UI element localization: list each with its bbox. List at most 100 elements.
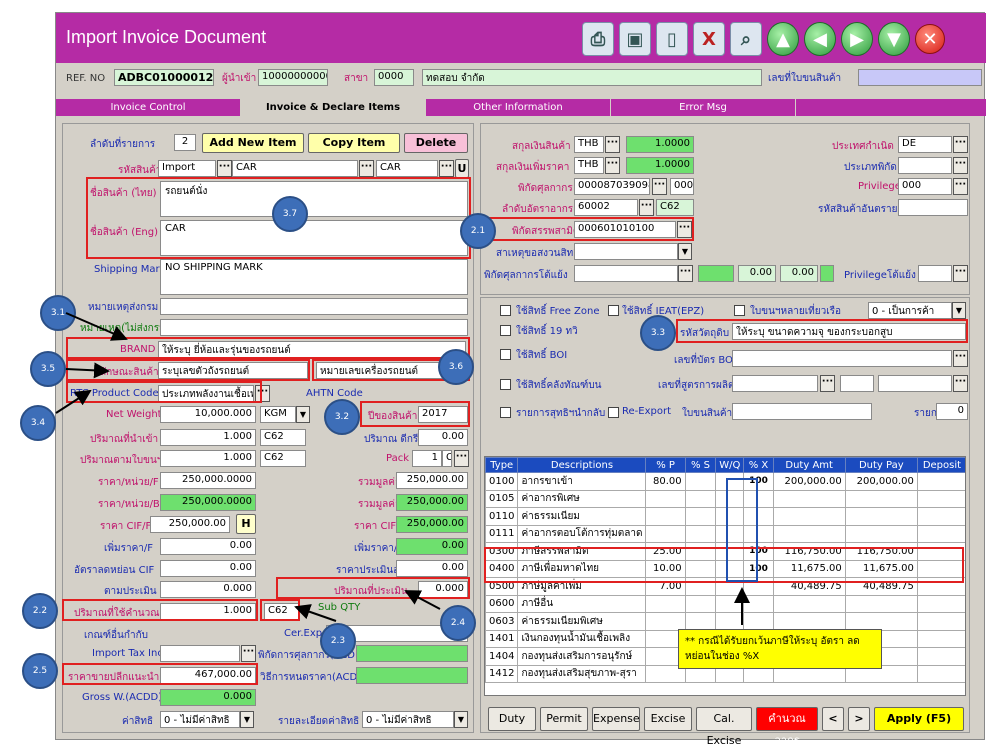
cell-deposit[interactable]	[916, 577, 965, 596]
byassess-field[interactable]: 0.000	[160, 581, 256, 598]
cell-pct-x[interactable]	[743, 594, 774, 613]
cell-deposit[interactable]	[916, 612, 965, 631]
cell-desc[interactable]: ภาษีสรรพสามิต	[517, 542, 647, 561]
formula2-field[interactable]	[840, 375, 874, 392]
name-en-field[interactable]: CAR	[160, 220, 468, 256]
cell-duty-amt[interactable]: 116,750.00	[772, 542, 846, 561]
cell-deposit[interactable]	[916, 594, 965, 613]
cell-desc[interactable]: กองทุนส่งเสริมการอนุรักษ์	[517, 647, 647, 666]
code-type-field[interactable]: Import	[158, 160, 216, 177]
boi-checkbox[interactable]	[500, 349, 511, 360]
cur2-lookup-button[interactable]: ···	[605, 157, 620, 174]
cell-duty-amt[interactable]	[772, 524, 846, 543]
cur-field[interactable]: THB	[574, 136, 604, 153]
calculate-duty-button[interactable]: คำนวณอากร	[756, 707, 818, 747]
cell-type[interactable]: 0500	[485, 577, 519, 596]
cell-pct-p[interactable]: 80.00	[645, 472, 686, 491]
cell-deposit[interactable]	[916, 629, 965, 648]
cell-pct-s[interactable]	[684, 559, 717, 578]
arg2-field[interactable]: 0.00	[780, 265, 818, 282]
cif-f-field[interactable]: 250,000.00	[150, 516, 230, 533]
tab-error-msg[interactable]: Error Msg	[611, 99, 796, 116]
formula-field[interactable]	[732, 375, 818, 392]
cell-pct-p[interactable]	[645, 489, 686, 508]
cell-pct-p[interactable]	[645, 524, 686, 543]
retail-field[interactable]: 467,000.00	[160, 667, 256, 684]
qty-unit-field[interactable]: C62	[260, 429, 306, 446]
formula3-field[interactable]	[878, 375, 952, 392]
bl-field[interactable]	[858, 69, 982, 86]
grid-header-duty-pay[interactable]: Duty Pay	[844, 457, 918, 473]
cell-deposit[interactable]	[916, 664, 965, 683]
arg-lookup-button[interactable]: ···	[678, 265, 693, 282]
ieat-checkbox[interactable]	[608, 305, 619, 316]
formula-lookup-button[interactable]: ···	[820, 375, 835, 392]
seqrate-lookup-button[interactable]: ···	[639, 199, 654, 216]
reimport-checkbox[interactable]	[500, 407, 511, 418]
prev-icon[interactable]: ◀	[804, 22, 836, 56]
privarg-lookup-button[interactable]: ···	[953, 265, 968, 282]
netw-unit-dropdown[interactable]: ▼	[296, 406, 310, 423]
cell-duty-pay[interactable]	[844, 489, 918, 508]
cell-pct-s[interactable]	[684, 524, 717, 543]
next-icon[interactable]: ▶	[841, 22, 873, 56]
grid-header-w-q[interactable]: W/Q	[715, 457, 745, 473]
privilege-field[interactable]: 000	[898, 178, 952, 195]
origin-lookup-button[interactable]: ···	[953, 136, 968, 153]
bl2-field[interactable]	[732, 403, 872, 420]
reexport-checkbox[interactable]	[608, 407, 619, 418]
code-type-lookup-button[interactable]: ···	[217, 160, 232, 177]
brand-field[interactable]: ให้ระบุ ยี่ห้อและรุ่นของรถยนต์	[158, 341, 466, 358]
privarg-field[interactable]	[918, 265, 952, 282]
netw-unit-field[interactable]: KGM	[260, 406, 296, 423]
assessqty-field[interactable]: 0.000	[418, 581, 468, 598]
cell-duty-amt[interactable]	[772, 507, 846, 526]
reason-field[interactable]	[574, 243, 678, 260]
calcqty-unit-field[interactable]: C62	[264, 603, 300, 620]
cell-duty-pay[interactable]	[844, 507, 918, 526]
cell-pct-s[interactable]	[684, 594, 717, 613]
privdetail-dropdown[interactable]: ▼	[454, 711, 468, 728]
grid-header-type[interactable]: Type	[485, 457, 519, 473]
qty-field[interactable]: 1.000	[160, 429, 256, 446]
cell-type[interactable]: 0105	[485, 489, 519, 508]
remark1-field[interactable]	[160, 298, 468, 315]
reason-dropdown[interactable]: ▼	[678, 243, 692, 260]
cell-pct-s[interactable]	[684, 542, 717, 561]
bonded-checkbox[interactable]	[500, 379, 511, 390]
qtybl-unit-field[interactable]: C62	[260, 450, 306, 467]
cell-pct-s[interactable]	[684, 472, 717, 491]
goods-type-lookup-button[interactable]: ···	[953, 157, 968, 174]
cell-desc[interactable]: กองทุนส่งเสริมสุขภาพ-สุรา	[517, 664, 647, 683]
permit-button[interactable]: Permit	[540, 707, 588, 731]
year-field[interactable]: 2017	[418, 406, 468, 423]
cur-lookup-button[interactable]: ···	[605, 136, 620, 153]
tariff-field[interactable]: 000087039098	[574, 178, 650, 195]
cell-deposit[interactable]	[916, 542, 965, 561]
cell-duty-pay[interactable]: 11,675.00	[844, 559, 918, 578]
pack-unit-field[interactable]: CT	[442, 450, 452, 467]
importtax-lookup-button[interactable]: ···	[241, 645, 256, 662]
goods-type-field[interactable]	[898, 157, 952, 174]
name-th-field[interactable]: รถยนต์นั่ง	[160, 181, 468, 217]
material-field[interactable]: ให้ระบุ ขนาดความจุ ของกระบอกสูบ	[732, 323, 966, 340]
remark2-field[interactable]	[160, 319, 468, 336]
cell-duty-pay[interactable]	[844, 524, 918, 543]
multi-dropdown[interactable]: ▼	[952, 302, 966, 319]
cell-desc[interactable]: ภาษีมูลค่าเพิ่ม	[517, 577, 647, 596]
cell-pct-s[interactable]	[684, 489, 717, 508]
grid-header--p[interactable]: % P	[645, 457, 686, 473]
arg-field[interactable]	[574, 265, 678, 282]
cell-deposit[interactable]	[916, 559, 965, 578]
cell-pct-s[interactable]	[684, 577, 717, 596]
search-icon[interactable]: ⌕	[730, 22, 762, 56]
s19-checkbox[interactable]	[500, 325, 511, 336]
cell-duty-amt[interactable]: 200,000.00	[772, 472, 846, 491]
apply-button[interactable]: Apply (F5)	[874, 707, 964, 731]
cell-type[interactable]: 1401	[485, 629, 519, 648]
origin-field[interactable]: DE	[898, 136, 952, 153]
cell-desc[interactable]: ค่าธรรมเนียม	[517, 507, 647, 526]
boi-card-field[interactable]	[732, 350, 952, 367]
cell-type[interactable]: 0603	[485, 612, 519, 631]
tariff2-field[interactable]: 000	[670, 178, 694, 195]
